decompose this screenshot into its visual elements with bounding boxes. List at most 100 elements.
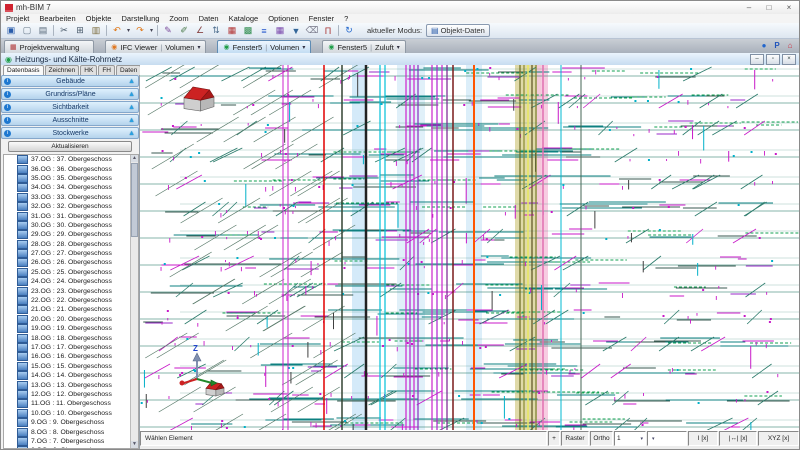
list-item[interactable]: 8.OG : 8. Obergeschoss xyxy=(4,427,138,437)
window-tool-icon[interactable]: ● xyxy=(759,41,769,50)
list-item[interactable]: 37.OG : 37. Obergeschoss xyxy=(4,155,138,165)
list-item[interactable]: 30.OG : 30. Obergeschoss xyxy=(4,220,138,230)
close-button[interactable]: × xyxy=(779,2,799,14)
info-icon[interactable]: i xyxy=(4,116,11,124)
menu-item[interactable]: Optionen xyxy=(263,14,303,23)
list-item[interactable]: 16.OG : 16. Obergeschoss xyxy=(4,352,138,362)
list-item[interactable]: 12.OG : 12. Obergeschoss xyxy=(4,389,138,399)
object-data-button[interactable]: ▤ Objekt-Daten xyxy=(426,24,490,37)
status-cell[interactable]: XYZ [x] xyxy=(758,431,799,446)
status-cell[interactable]: + xyxy=(548,431,560,446)
panel-window-button[interactable]: × xyxy=(782,53,796,65)
collapse-arrow-icon[interactable]: ▲ xyxy=(128,104,135,111)
status-cell[interactable]: |↔| [x] xyxy=(719,431,757,446)
window-tool-icon[interactable]: ⌂ xyxy=(785,41,795,50)
window-tool-icon[interactable]: P xyxy=(772,41,782,50)
info-icon[interactable]: i xyxy=(4,90,11,98)
chevron-down-icon[interactable]: ▾ xyxy=(397,44,400,51)
toolbar-button[interactable]: ▤ xyxy=(35,24,51,37)
toolbar-button[interactable]: ⊞ xyxy=(72,24,88,37)
accordion-section[interactable]: i Grundriss/Pläne ▲ xyxy=(1,88,139,100)
list-item[interactable]: 19.OG : 19. Obergeschoss xyxy=(4,324,138,334)
toolbar-button[interactable]: ▾ xyxy=(125,24,132,37)
list-item[interactable]: 29.OG : 29. Obergeschoss xyxy=(4,230,138,240)
minimize-button[interactable]: – xyxy=(739,2,759,14)
list-item[interactable]: 32.OG : 32. Obergeschoss xyxy=(4,202,138,212)
panel-window-button[interactable]: ▫ xyxy=(766,53,780,65)
list-item[interactable]: 7.OG : 7. Obergeschoss xyxy=(4,436,138,446)
sidebar-tab[interactable]: Zeichnen xyxy=(44,65,80,75)
menu-item[interactable]: Zoom xyxy=(164,14,193,23)
view-tab[interactable]: ◉ Fenster5 | Zuluft ▾ xyxy=(322,40,406,53)
list-item[interactable]: 36.OG : 36. Obergeschoss xyxy=(4,164,138,174)
toolbar-button[interactable]: ✐ xyxy=(176,24,192,37)
scroll-up-icon[interactable]: ▲ xyxy=(131,155,138,162)
maximize-button[interactable]: □ xyxy=(759,2,779,14)
list-item[interactable]: 11.OG : 11. Obergeschoss xyxy=(4,399,138,409)
toolbar-button[interactable] xyxy=(53,25,54,36)
list-item[interactable]: 20.OG : 20. Obergeschoss xyxy=(4,314,138,324)
list-item[interactable]: 17.OG : 17. Obergeschoss xyxy=(4,343,138,352)
list-item[interactable]: 26.OG : 26. Obergeschoss xyxy=(4,258,138,268)
collapse-arrow-icon[interactable]: ▲ xyxy=(128,78,135,85)
list-item[interactable]: 18.OG : 18. Obergeschoss xyxy=(4,333,138,343)
list-item[interactable]: 13.OG : 13. Obergeschoss xyxy=(4,380,138,390)
menu-item[interactable]: Bearbeiten xyxy=(34,14,80,23)
toolbar-button[interactable]: ▩ xyxy=(240,24,256,37)
sidebar-tab[interactable]: HK xyxy=(80,65,98,75)
sidebar-tab[interactable]: Daten xyxy=(115,65,142,75)
status-cell[interactable]: I [x] xyxy=(688,431,718,446)
toolbar-button[interactable] xyxy=(338,25,339,36)
toolbar-button[interactable]: ⌫ xyxy=(304,24,320,37)
menu-item[interactable]: Fenster xyxy=(304,14,339,23)
status-cell[interactable]: Raster xyxy=(561,431,589,446)
drawing-viewport[interactable]: Z xyxy=(140,65,799,431)
info-icon[interactable]: i xyxy=(4,129,11,137)
list-item[interactable]: 21.OG : 21. Obergeschoss xyxy=(4,305,138,315)
list-item[interactable]: 10.OG : 10. Obergeschoss xyxy=(4,408,138,418)
accordion-section[interactable]: i Stockwerke ▲ xyxy=(1,127,139,139)
toolbar-button[interactable]: ▥ xyxy=(88,24,104,37)
list-item[interactable]: 34.OG : 34. Obergeschoss xyxy=(4,183,138,193)
list-item[interactable]: 6.OG : 6. Obergeschoss xyxy=(4,446,138,448)
list-item[interactable]: 25.OG : 25. Obergeschoss xyxy=(4,267,138,277)
accordion-section[interactable]: i Sichtbarkeit ▲ xyxy=(1,101,139,113)
toolbar-button[interactable]: ▣ xyxy=(3,24,19,37)
chevron-down-icon[interactable]: ▾ xyxy=(302,44,305,51)
status-cell[interactable]: 1 xyxy=(614,431,646,446)
toolbar-button[interactable]: ↷ xyxy=(132,24,148,37)
sidebar-tab[interactable]: FH xyxy=(98,65,115,75)
view-tab[interactable]: ▦ Projektverwaltung xyxy=(4,40,95,53)
menu-item[interactable]: Darstellung xyxy=(116,14,164,23)
toolbar-button[interactable]: ✂ xyxy=(56,24,72,37)
list-item[interactable]: 24.OG : 24. Obergeschoss xyxy=(4,277,138,287)
list-item[interactable]: 28.OG : 28. Obergeschoss xyxy=(4,239,138,249)
accordion-section[interactable]: i Ausschnitte ▲ xyxy=(1,114,139,126)
collapse-arrow-icon[interactable]: ▲ xyxy=(128,117,135,124)
toolbar-button[interactable]: ↻ xyxy=(341,24,357,37)
toolbar-button[interactable]: ▢ xyxy=(19,24,35,37)
menu-item[interactable]: ? xyxy=(339,14,353,23)
list-item[interactable]: 22.OG : 22. Obergeschoss xyxy=(4,296,138,306)
list-item[interactable]: 33.OG : 33. Obergeschoss xyxy=(4,192,138,202)
toolbar-button[interactable]: ⇅ xyxy=(208,24,224,37)
accordion-section[interactable]: i Gebäude ▲ xyxy=(1,75,139,87)
toolbar-button[interactable]: ≡ xyxy=(256,24,272,37)
list-item[interactable]: 23.OG : 23. Obergeschoss xyxy=(4,286,138,296)
toolbar-button[interactable] xyxy=(157,25,158,36)
menu-item[interactable]: Daten xyxy=(194,14,224,23)
scroll-down-icon[interactable]: ▼ xyxy=(131,441,138,448)
list-item[interactable]: 31.OG : 31. Obergeschoss xyxy=(4,211,138,221)
sidebar-tab[interactable]: Datenbasis xyxy=(3,65,44,75)
toolbar-button[interactable]: ↶ xyxy=(109,24,125,37)
status-cell[interactable]: Ortho xyxy=(590,431,613,446)
list-item[interactable]: 27.OG : 27. Obergeschoss xyxy=(4,249,138,259)
info-icon[interactable]: i xyxy=(4,103,11,111)
toolbar-button[interactable] xyxy=(106,25,107,36)
toolbar-button[interactable]: ▼ xyxy=(288,24,304,37)
status-cell[interactable] xyxy=(647,431,687,446)
panel-window-button[interactable]: – xyxy=(750,53,764,65)
chevron-down-icon[interactable]: ▾ xyxy=(197,44,200,51)
view-tab[interactable]: ◉ Fenster5 | Volumen ▾ xyxy=(217,40,312,53)
view-tab[interactable]: ◉ IFC Viewer | Volumen ▾ xyxy=(105,40,207,53)
